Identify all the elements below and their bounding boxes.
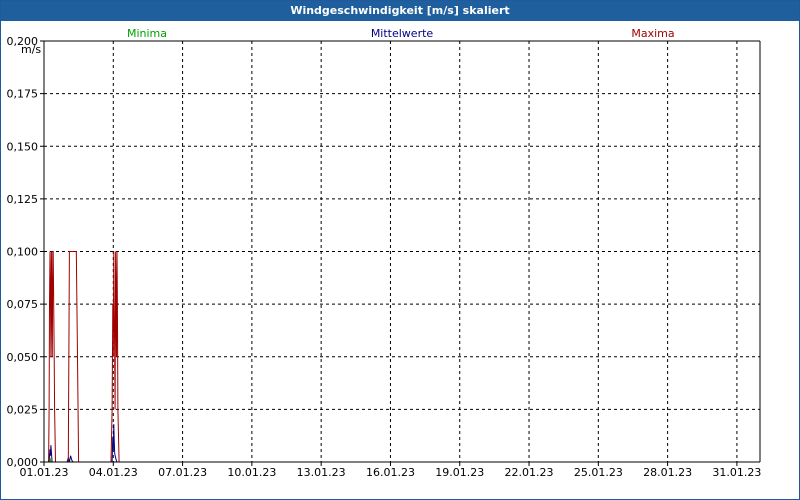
x-tick-label: 04.01.23 xyxy=(89,466,138,479)
y-tick-labels: 0,0000,0250,0500,0750,1000,1250,1500,175… xyxy=(7,35,44,469)
y-tick-label: 0,025 xyxy=(7,403,39,416)
y-axis-label: m/s xyxy=(21,43,41,56)
legend-minima: Minima xyxy=(127,27,167,40)
x-tick-label: 28.01.23 xyxy=(643,466,692,479)
y-tick-label: 0,100 xyxy=(7,246,39,259)
x-tick-label: 19.01.23 xyxy=(435,466,484,479)
x-tick-label: 22.01.23 xyxy=(505,466,554,479)
x-tick-label: 07.01.23 xyxy=(158,466,207,479)
y-tick-label: 0,175 xyxy=(7,88,39,101)
x-tick-label: 25.01.23 xyxy=(574,466,623,479)
x-tick-label: 01.01.23 xyxy=(20,466,69,479)
chart-window: Windgeschwindigkeit [m/s] skaliert 0,000… xyxy=(0,0,800,500)
y-tick-label: 0,125 xyxy=(7,193,39,206)
y-tick-label: 0,050 xyxy=(7,351,39,364)
x-tick-label: 13.01.23 xyxy=(297,466,346,479)
y-tick-label: 0,150 xyxy=(7,140,39,153)
chart-area: 0,0000,0250,0500,0750,1000,1250,1500,175… xyxy=(7,27,762,479)
x-tick-label: 31.01.23 xyxy=(712,466,761,479)
y-tick-label: 0,075 xyxy=(7,298,39,311)
legend-maxima: Maxima xyxy=(631,27,674,40)
window-title: Windgeschwindigkeit [m/s] skaliert xyxy=(1,1,799,21)
x-tick-label: 10.01.23 xyxy=(227,466,276,479)
legend-mittelwerte: Mittelwerte xyxy=(371,27,434,40)
x-tick-label: 16.01.23 xyxy=(366,466,415,479)
x-tick-labels: 01.01.23 04.01.23 07.01.23 10.01.23 13.01.23… xyxy=(20,462,761,479)
